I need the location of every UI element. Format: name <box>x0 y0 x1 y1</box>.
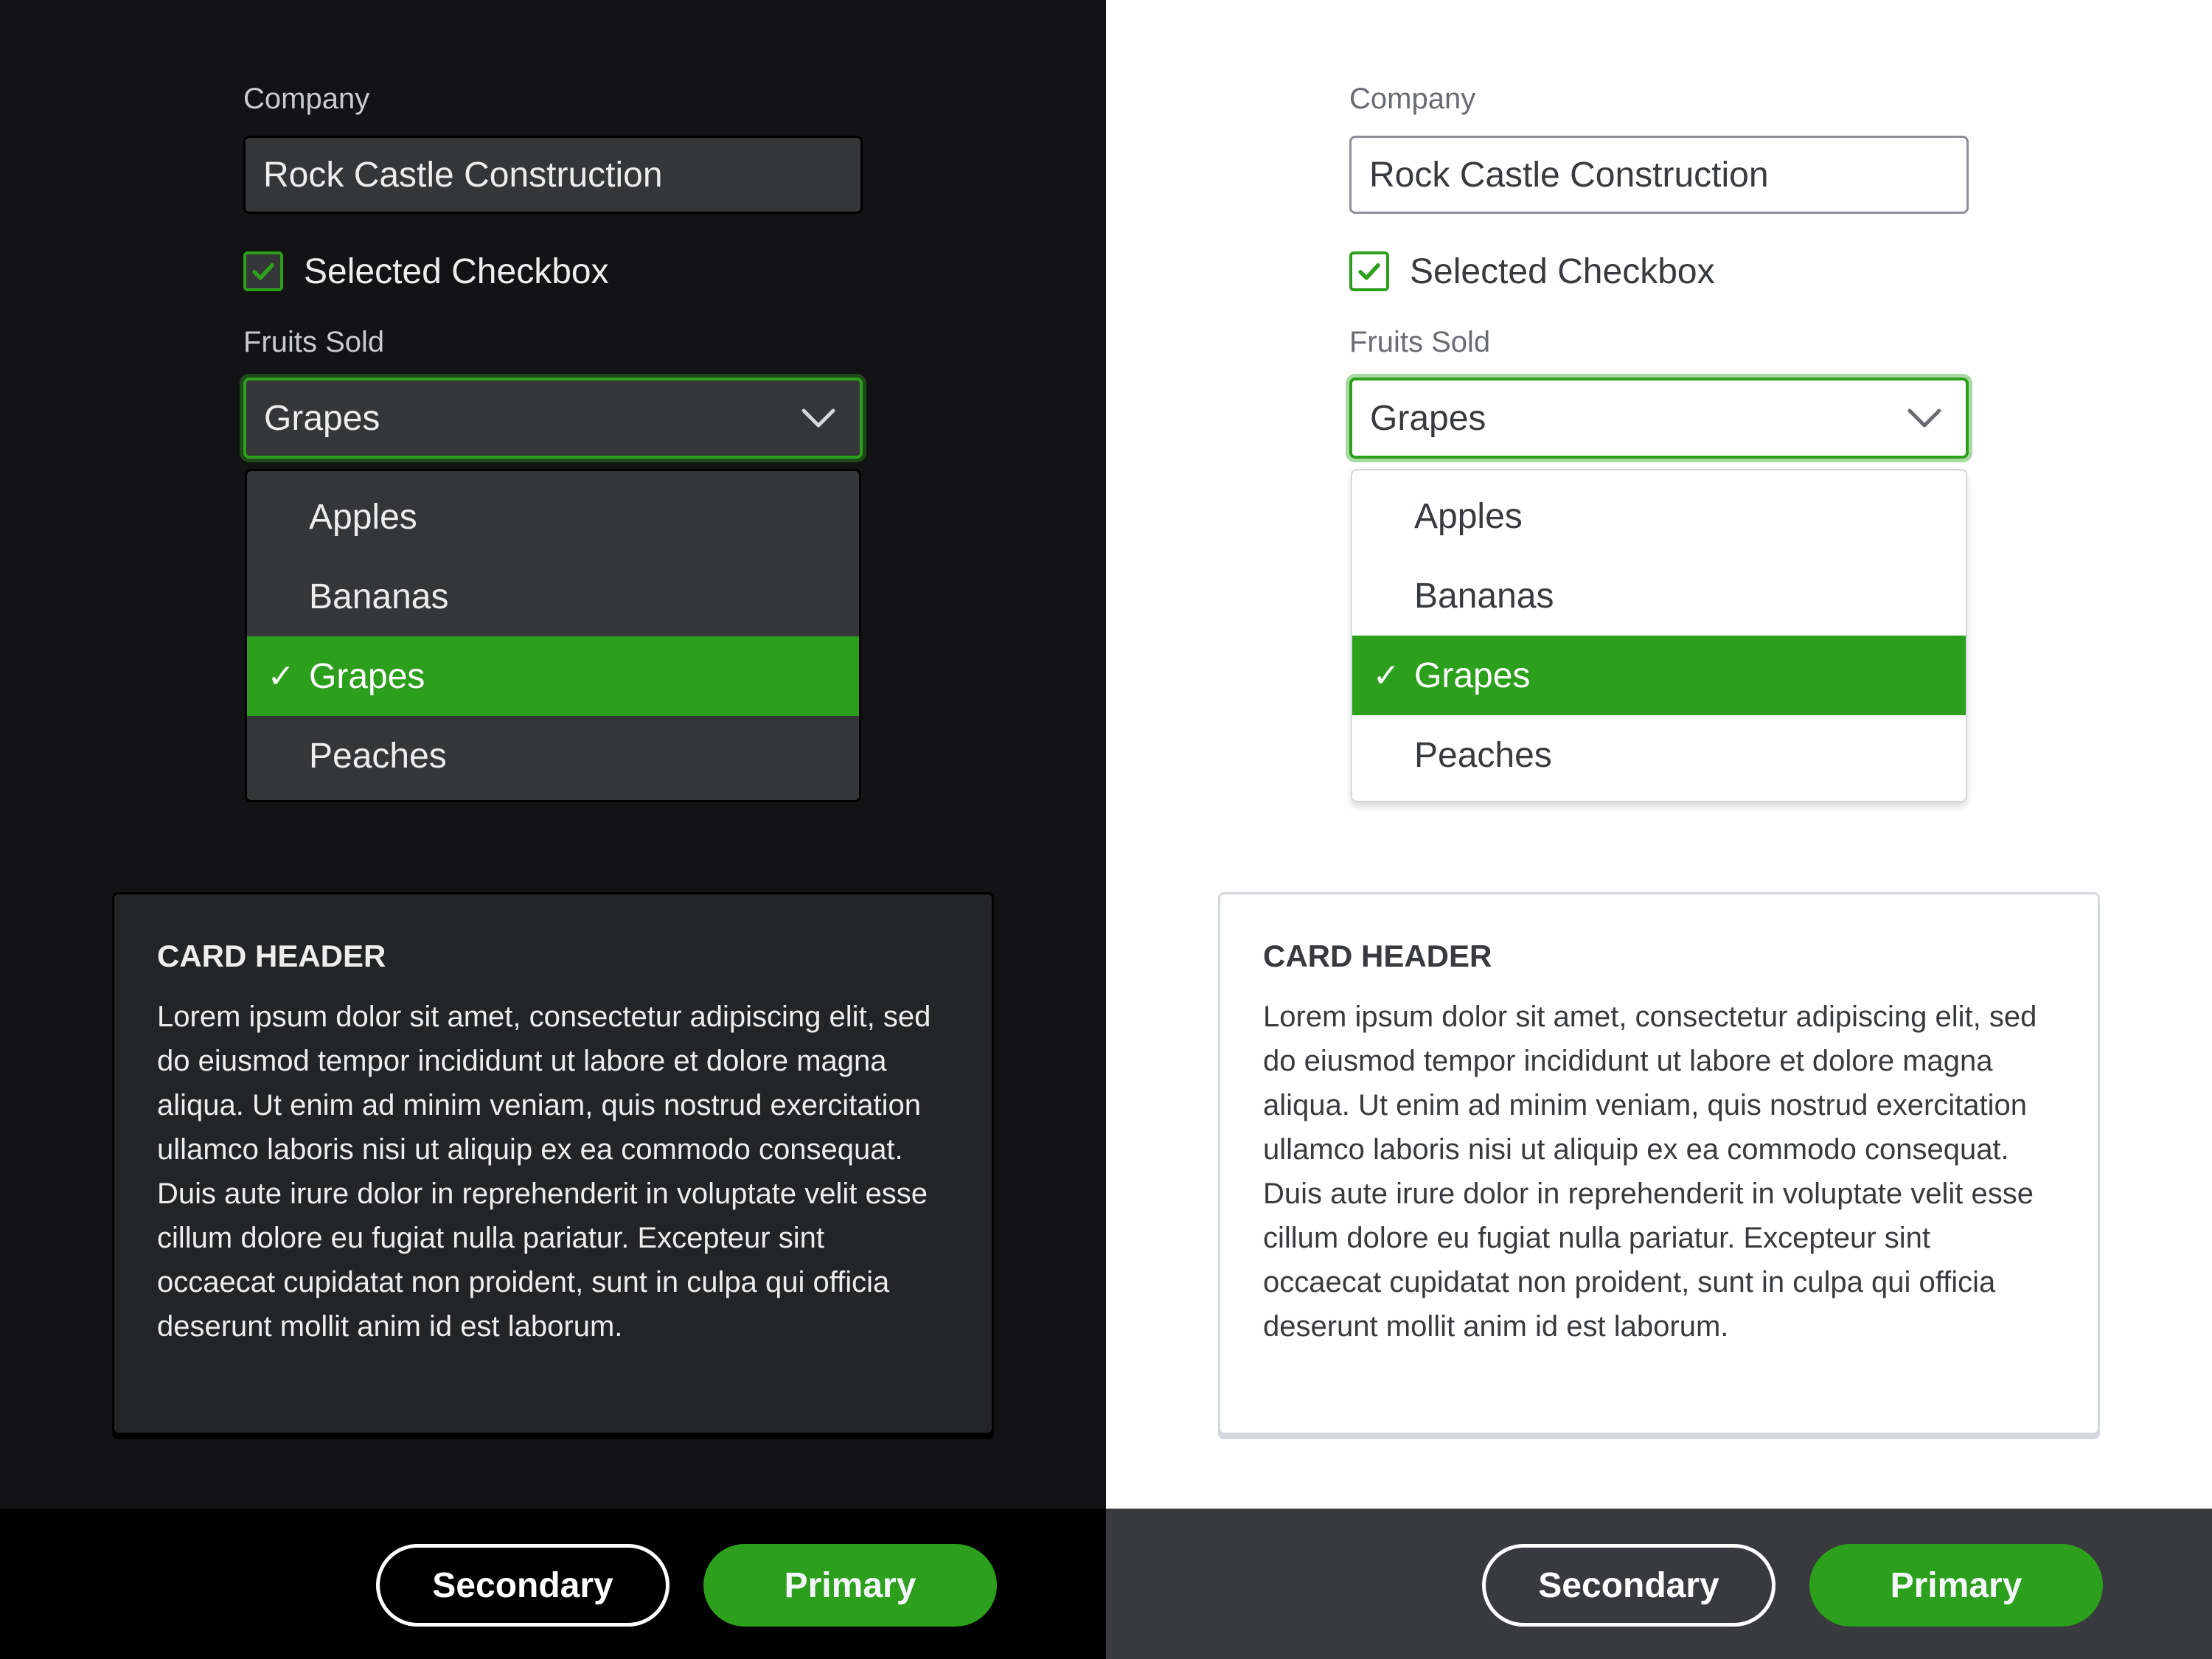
chevron-down-icon[interactable] <box>1907 407 1942 429</box>
menu-item-label: Peaches <box>1414 735 1552 775</box>
company-input[interactable]: Rock Castle Construction <box>243 136 863 214</box>
primary-button[interactable]: Primary <box>703 1544 997 1627</box>
dark-theme-panel: Company Rock Castle Construction Selecte… <box>0 0 1106 1659</box>
company-input-value: Rock Castle Construction <box>263 155 663 195</box>
card-body: Lorem ipsum dolor sit amet, consectetur … <box>1263 1001 2037 1343</box>
selected-checkbox-row[interactable]: Selected Checkbox <box>243 248 609 295</box>
selected-checkbox-row[interactable]: Selected Checkbox <box>1349 248 1715 295</box>
checkbox-label: Selected Checkbox <box>304 251 609 291</box>
menu-item-label: Apples <box>1414 496 1523 536</box>
card-header: CARD HEADER <box>1263 939 1492 973</box>
menu-item-bananas[interactable]: Bananas <box>247 557 859 636</box>
menu-item-label: Apples <box>309 497 417 537</box>
menu-item-apples[interactable]: Apples <box>247 477 859 557</box>
fruits-sold-select[interactable]: Grapes <box>243 378 863 459</box>
checkbox[interactable] <box>243 251 283 291</box>
checkmark-icon: ✓ <box>1372 657 1400 694</box>
menu-item-label: Bananas <box>309 577 449 616</box>
checkmark-icon: ✓ <box>267 658 295 695</box>
menu-item-grapes[interactable]: ✓ Grapes <box>1352 636 1966 715</box>
menu-item-bananas[interactable]: Bananas <box>1352 556 1966 636</box>
card-header: CARD HEADER <box>157 939 386 973</box>
primary-button[interactable]: Primary <box>1809 1544 2103 1627</box>
company-label: Company <box>243 83 370 115</box>
fruits-sold-label: Fruits Sold <box>243 326 385 358</box>
button-footer: Secondary Primary <box>1106 1509 2212 1659</box>
fruits-sold-select[interactable]: Grapes <box>1349 378 1969 459</box>
card: CARD HEADER Lorem ipsum dolor sit amet, … <box>112 892 994 1435</box>
checkbox[interactable] <box>1349 251 1389 291</box>
menu-item-label: Grapes <box>309 656 425 696</box>
checkmark-icon <box>252 263 274 280</box>
select-value: Grapes <box>264 398 380 438</box>
card-body: Lorem ipsum dolor sit amet, consectetur … <box>157 1001 931 1343</box>
light-theme-panel: Company Rock Castle Construction Selecte… <box>1106 0 2212 1659</box>
fruits-dropdown-menu: Apples Bananas ✓ Grapes Peaches <box>1351 469 1967 802</box>
secondary-button[interactable]: Secondary <box>1482 1544 1775 1627</box>
select-value: Grapes <box>1370 398 1486 438</box>
checkbox-label: Selected Checkbox <box>1410 251 1715 291</box>
chevron-down-icon[interactable] <box>801 407 836 429</box>
menu-item-peaches[interactable]: Peaches <box>247 716 859 796</box>
company-input-value: Rock Castle Construction <box>1369 155 1769 195</box>
menu-item-grapes[interactable]: ✓ Grapes <box>247 636 859 716</box>
menu-item-label: Bananas <box>1414 576 1554 616</box>
menu-item-peaches[interactable]: Peaches <box>1352 715 1966 795</box>
secondary-button[interactable]: Secondary <box>376 1544 669 1627</box>
company-label: Company <box>1349 83 1476 115</box>
button-footer: Secondary Primary <box>0 1509 1106 1659</box>
checkmark-icon <box>1358 263 1380 280</box>
fruits-sold-label: Fruits Sold <box>1349 326 1491 358</box>
menu-item-label: Grapes <box>1414 655 1531 695</box>
menu-item-apples[interactable]: Apples <box>1352 476 1966 556</box>
card: CARD HEADER Lorem ipsum dolor sit amet, … <box>1218 892 2100 1435</box>
menu-item-label: Peaches <box>309 736 447 776</box>
fruits-dropdown-menu: Apples Bananas ✓ Grapes Peaches <box>245 469 861 802</box>
company-input[interactable]: Rock Castle Construction <box>1349 136 1969 214</box>
